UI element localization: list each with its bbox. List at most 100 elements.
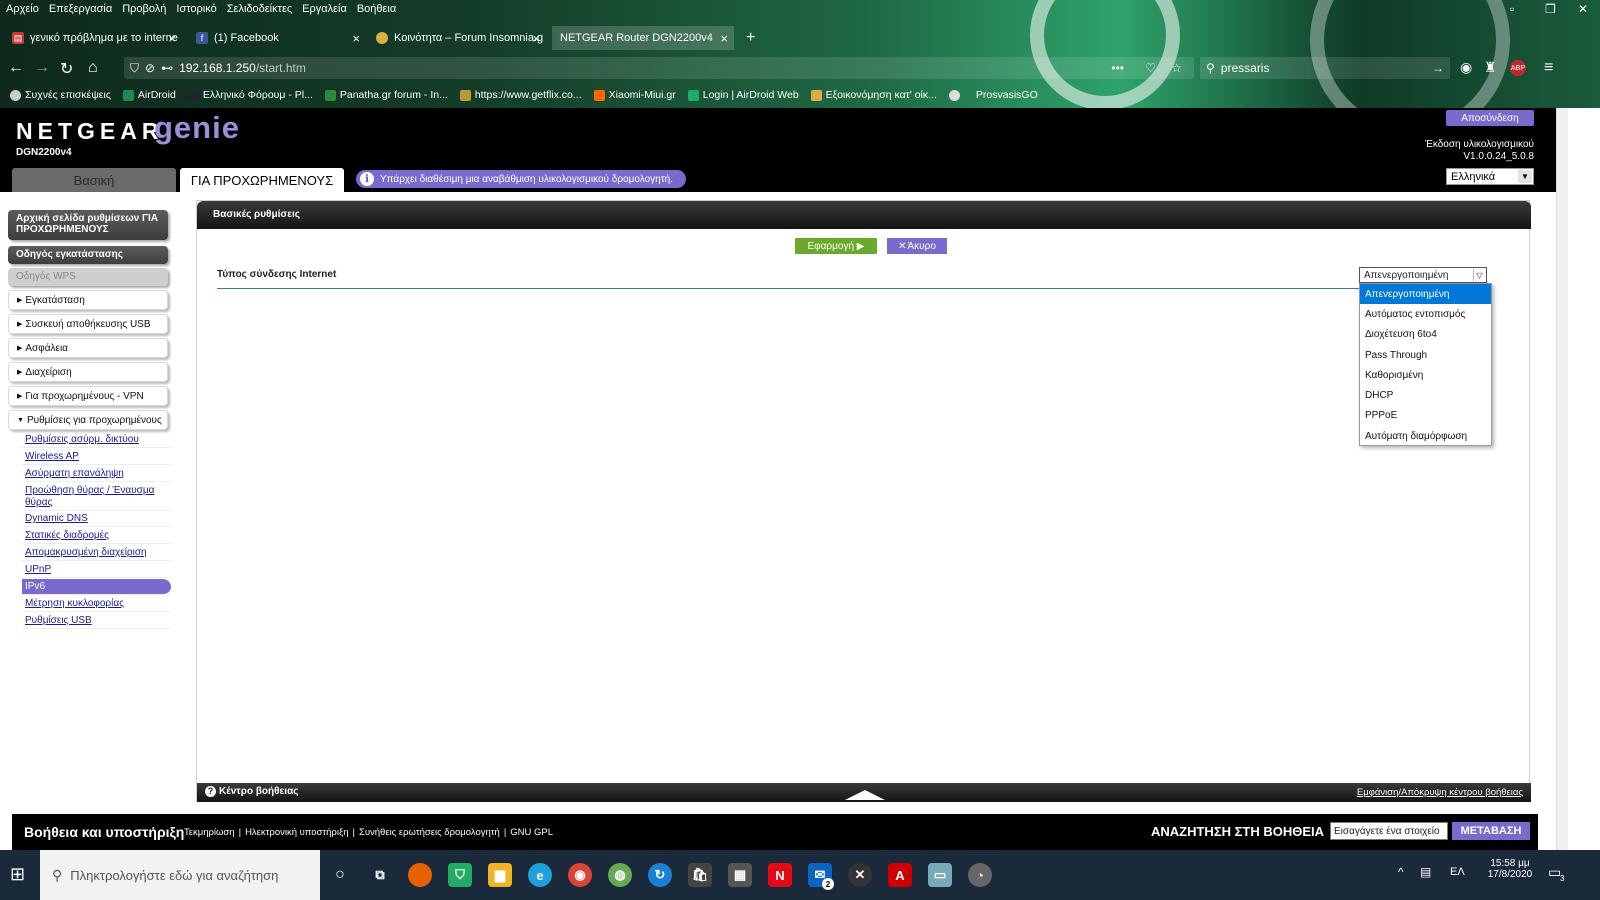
- tab-close-icon[interactable]: ×: [720, 31, 728, 46]
- bookmark-airdroid[interactable]: AirDroid: [122, 89, 176, 101]
- forward-icon[interactable]: →: [34, 59, 50, 77]
- option-fixed[interactable]: Καθορισμένη: [1360, 365, 1491, 385]
- sidebar-sub-port-forwarding[interactable]: Προώθηση θύρας / Έναυσμα θύρας: [22, 483, 171, 511]
- option-pppoe[interactable]: PPPoE: [1360, 406, 1491, 426]
- connection-type-select[interactable]: Απενεργοποιημένη ▽: [1359, 267, 1487, 283]
- search-go-icon[interactable]: →: [1432, 61, 1444, 75]
- edge-icon[interactable]: e: [528, 863, 552, 887]
- sidebar-group-setup[interactable]: ▶ Εγκατάσταση: [8, 290, 168, 310]
- sidebar-sub-wireless-repeating[interactable]: Ασύρματη επανάληψη: [22, 466, 171, 482]
- link-gnu-gpl[interactable]: GNU GPL: [510, 827, 553, 838]
- window-app-icon[interactable]: ▭: [928, 863, 952, 887]
- chrome-icon[interactable]: ◉: [568, 863, 592, 887]
- back-icon[interactable]: ←: [8, 59, 24, 77]
- cortana-icon[interactable]: ○: [328, 863, 352, 887]
- option-auto-detect[interactable]: Αυτόματος εντοπισμός: [1360, 304, 1491, 324]
- extension-icon[interactable]: ♜: [1484, 59, 1497, 76]
- expand-caret-icon[interactable]: [845, 790, 885, 800]
- option-pass-through[interactable]: Pass Through: [1360, 345, 1491, 365]
- sidebar-sub-wireless-ap[interactable]: Wireless AP: [22, 449, 171, 465]
- netflix-icon[interactable]: N: [768, 863, 792, 887]
- bookmark-energy[interactable]: Εξοικονόμηση κατ' οίκ...: [810, 89, 937, 101]
- sidebar-group-advanced-settings[interactable]: ▼ Ρυθμίσεις για προχωρημένους: [8, 410, 168, 430]
- sidebar-sub-ipv6[interactable]: IPv6: [22, 579, 171, 595]
- keyboard-icon[interactable]: ▤: [1420, 865, 1431, 879]
- bookmark-xiaomi[interactable]: Xiaomi-Miui.gr: [593, 89, 676, 101]
- sidebar-sub-static-routes[interactable]: Στατικές διαδρομές: [22, 528, 171, 544]
- restore-icon[interactable]: ❐: [1545, 2, 1556, 16]
- calculator-icon[interactable]: ▦: [728, 863, 752, 887]
- sidebar-group-vpn[interactable]: ▶ Για προχωρημένους - VPN: [8, 386, 168, 406]
- option-6to4-tunnel[interactable]: Διοχέτευση 6to4: [1360, 325, 1491, 345]
- menu-edit[interactable]: Επεξεργασία: [49, 3, 112, 15]
- tab-advanced[interactable]: ΓΙΑ ΠΡΟΧΩΡΗΜΕΝΟΥΣ: [180, 168, 344, 192]
- bookmark-airdroid-login[interactable]: Login | AirDroid Web: [687, 89, 799, 101]
- language-select[interactable]: Ελληνικά ▼: [1446, 168, 1534, 185]
- menu-view[interactable]: Προβολή: [122, 3, 166, 15]
- home-icon[interactable]: ⌂: [88, 59, 98, 77]
- sidebar-group-management[interactable]: ▶ Διαχείριση: [8, 362, 168, 382]
- option-disabled[interactable]: Απενεργοποιημένη: [1360, 284, 1491, 305]
- bookmark-globe[interactable]: [948, 89, 964, 101]
- sidebar-group-usb-storage[interactable]: ▶ Συσκευή αποθήκευσης USB: [8, 314, 168, 334]
- sidebar-sub-dynamic-dns[interactable]: Dynamic DNS: [22, 511, 171, 527]
- hamburger-menu-icon[interactable]: ≡: [1544, 59, 1553, 77]
- menu-history[interactable]: Ιστορικό: [176, 3, 216, 15]
- pocket-icon[interactable]: ♡: [1145, 61, 1156, 75]
- store-icon[interactable]: 🛍: [688, 863, 712, 887]
- sidebar-sub-remote-management[interactable]: Απομακρυσμένη διαχείριση: [22, 545, 171, 561]
- bookmark-panatha[interactable]: Panatha.gr forum - In...: [324, 89, 448, 101]
- vertical-scrollbar[interactable]: [1556, 108, 1568, 850]
- shield-app-icon[interactable]: ⛉: [448, 863, 472, 887]
- link-documentation[interactable]: Τεκμηρίωση: [184, 827, 235, 838]
- bookmark-star-icon[interactable]: ☆: [1171, 61, 1182, 75]
- file-explorer-icon[interactable]: ▆: [488, 863, 512, 887]
- bookmark-greek-forum[interactable]: Ελληνικό Φόρουμ - Pl...: [187, 89, 313, 101]
- link-router-faq[interactable]: Συνήθεις ερωτήσεις δρομολογητή: [359, 827, 500, 838]
- pdf-reader-icon[interactable]: A: [888, 863, 912, 887]
- sidebar-sub-traffic-meter[interactable]: Μέτρηση κυκλοφορίας: [22, 596, 171, 612]
- help-toggle-link[interactable]: Εμφάνιση/Απόκρυψη κέντρου βοήθειας: [1357, 787, 1523, 798]
- option-auto-config[interactable]: Αυτόματη διαμόρφωση: [1360, 426, 1491, 446]
- tab-close-icon[interactable]: ×: [532, 31, 540, 46]
- input-language[interactable]: ΕΛ: [1450, 866, 1465, 878]
- sidebar-advanced-home[interactable]: Αρχική σελίδα ρυθμίσεων ΓΙΑ ΠΡΟΧΩΡΗΜΕΝΟΥ…: [8, 210, 168, 240]
- tab-close-icon[interactable]: ×: [168, 31, 176, 46]
- option-dhcp[interactable]: DHCP: [1360, 385, 1491, 405]
- adblock-icon[interactable]: ABP: [1510, 60, 1526, 76]
- search-field[interactable]: ⚲ pressaris →: [1200, 57, 1450, 79]
- menu-help[interactable]: Βοήθεια: [357, 3, 396, 15]
- apply-button[interactable]: Εφαρμογή ▶: [795, 238, 877, 254]
- speedometer-icon[interactable]: ◔: [968, 863, 992, 887]
- sidebar-sub-upnp[interactable]: UPnP: [22, 562, 171, 578]
- tab-close-icon[interactable]: ×: [352, 31, 360, 46]
- tray-expand-icon[interactable]: ^: [1398, 865, 1404, 879]
- tab-facebook[interactable]: f (1) Facebook ×: [188, 26, 366, 50]
- xbox-icon[interactable]: ✕: [848, 863, 872, 887]
- sidebar-sub-wireless-settings[interactable]: Ρυθμίσεις ασύρμ. δικτύου: [22, 432, 171, 448]
- tab-internet-problem[interactable]: ▤ γενικό πρόβλημα με το interne ×: [4, 26, 182, 50]
- tab-basic[interactable]: Βασική: [12, 168, 176, 192]
- bookmark-frequent[interactable]: Συχνές επισκέψεις: [10, 89, 111, 101]
- task-view-icon[interactable]: ⧉: [368, 863, 392, 887]
- logout-button[interactable]: Αποσύνδεση: [1446, 110, 1534, 126]
- sidebar-sub-usb-settings[interactable]: Ρυθμίσεις USB: [22, 613, 171, 629]
- windows-start-icon[interactable]: ⊞: [10, 864, 25, 885]
- menu-tools[interactable]: Εργαλεία: [302, 3, 347, 15]
- menu-bookmarks[interactable]: Σελιδοδείκτες: [227, 3, 292, 15]
- url-bar[interactable]: ⛉ ⊘ ⊷ 192.168.1.250/start.htm ••• ♡ ☆: [124, 57, 1194, 79]
- tab-insomnia[interactable]: Κοινότητα – Forum Insomnia.g ×: [368, 26, 546, 50]
- sidebar-group-security[interactable]: ▶ Ασφάλεια: [8, 338, 168, 358]
- taskbar-search[interactable]: ⚲ Πληκτρολογήστε εδώ για αναζήτηση: [40, 850, 320, 900]
- sidebar-wps-wizard[interactable]: Οδηγός WPS: [8, 268, 168, 286]
- minimize-icon[interactable]: ▫: [1510, 2, 1514, 16]
- help-search-go-button[interactable]: ΜΕΤΑΒΑΣΗ: [1452, 822, 1530, 840]
- cancel-button[interactable]: ✕ Άκυρο: [887, 238, 947, 254]
- close-window-icon[interactable]: ✕: [1578, 2, 1588, 16]
- page-actions-icon[interactable]: •••: [1111, 61, 1124, 75]
- globe-app-icon[interactable]: ◍: [608, 863, 632, 887]
- firmware-update-notice[interactable]: i Υπάρχει διαθέσιμη μια αναβάθμιση υλικο…: [356, 170, 686, 188]
- bookmark-getflix[interactable]: https://www.getflix.co...: [459, 89, 582, 101]
- sync-app-icon[interactable]: ↻: [648, 863, 672, 887]
- link-online-support[interactable]: Ηλεκτρονική υποστήριξη: [245, 827, 348, 838]
